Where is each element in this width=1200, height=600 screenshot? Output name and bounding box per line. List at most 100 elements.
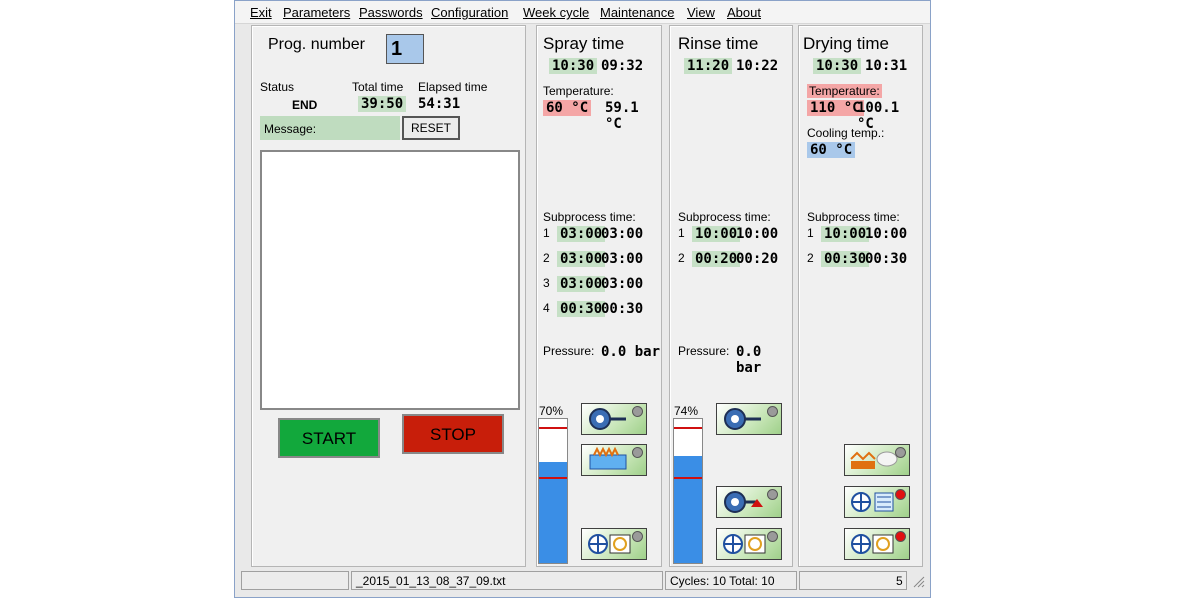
drying-temp-label: Temperature: — [807, 84, 882, 98]
menu-week-cycle[interactable]: Week cycle — [523, 5, 589, 20]
spray-sub-actual: 00:30 — [601, 301, 644, 317]
drying-sub-set: 10:00 — [821, 226, 870, 242]
rinse-level-fill — [674, 456, 702, 563]
pump-icon[interactable] — [716, 403, 782, 435]
drying-set-time: 10:30 — [813, 58, 862, 74]
total-time-label: Total time — [352, 80, 404, 94]
pump-icon[interactable] — [581, 403, 647, 435]
menu-bar: Exit Parameters Passwords Configuration … — [235, 1, 930, 24]
menu-view[interactable]: View — [687, 5, 715, 20]
status-indicator — [632, 406, 643, 417]
exhaust-icon[interactable] — [844, 444, 910, 476]
rinse-sub-num: 2 — [678, 251, 685, 265]
rinse-level-label: 74% — [674, 404, 699, 418]
drying-sub-num: 2 — [807, 251, 814, 265]
rinse-sub-label: Subprocess time: — [678, 210, 771, 224]
status-indicator — [632, 447, 643, 458]
spray-sub-set: 03:00 — [557, 276, 606, 292]
start-button[interactable]: START — [278, 418, 380, 458]
drying-sub-label: Subprocess time: — [807, 210, 900, 224]
drying-sub-num: 1 — [807, 226, 814, 240]
control-panel: Prog. number 1 Status Total time Elapsed… — [251, 25, 526, 567]
menu-parameters[interactable]: Parameters — [283, 5, 350, 20]
rinse-level-gauge — [673, 418, 703, 564]
rinse-panel: Rinse time 11:20 10:22 Subprocess time: … — [669, 25, 793, 567]
status-indicator — [767, 489, 778, 500]
spray-set-time: 10:30 — [549, 58, 598, 74]
status-indicator — [767, 531, 778, 542]
drying-title: Drying time — [803, 34, 889, 53]
cooling-temp-label: Cooling temp.: — [807, 126, 885, 140]
spray-sub-label: Subprocess time: — [543, 210, 636, 224]
spray-pressure-value: 0.0 bar — [601, 344, 661, 360]
cooling-temp-set: 60 °C — [807, 142, 856, 158]
rinse-title: Rinse time — [678, 34, 759, 53]
status-indicator — [632, 531, 643, 542]
status-indicator — [767, 406, 778, 417]
prog-number-label: Prog. number — [268, 36, 365, 53]
dryer-fan-icon[interactable] — [844, 528, 910, 560]
spray-sub-set: 00:30 — [557, 301, 606, 317]
rinse-sub-actual: 10:00 — [736, 226, 779, 242]
total-time-value: 39:50 — [358, 96, 407, 112]
spray-panel: Spray time 10:30 09:32 Temperature: 60 °… — [536, 25, 662, 567]
rinse-high-limit-line — [674, 427, 702, 429]
fan-heater-icon[interactable] — [716, 528, 782, 560]
spray-sub-num: 3 — [543, 276, 550, 290]
spray-sub-set: 03:00 — [557, 251, 606, 267]
rinse-sub-set: 00:20 — [692, 251, 741, 267]
statusbar-file: _2015_01_13_08_37_09.txt — [351, 571, 663, 590]
menu-exit[interactable]: Exit — [250, 5, 272, 20]
stop-button[interactable]: STOP — [402, 414, 504, 454]
resize-grip-graphic — [913, 576, 925, 588]
rinse-sub-set: 10:00 — [692, 226, 741, 242]
spray-low-limit-line — [539, 477, 567, 479]
spray-title: Spray time — [543, 34, 625, 53]
rinse-set-time: 11:20 — [684, 58, 733, 74]
drying-sub-actual: 00:30 — [865, 251, 908, 267]
spray-sub-actual: 03:00 — [601, 276, 644, 292]
drying-panel: Drying time 10:30 10:31 Temperature: 110… — [798, 25, 923, 567]
spray-temp-actual: 59.1 °C — [605, 100, 639, 132]
rinse-sub-actual: 00:20 — [736, 251, 779, 267]
menu-passwords[interactable]: Passwords — [359, 5, 423, 20]
reset-button[interactable]: RESET — [402, 116, 460, 140]
spray-level-label: 70% — [539, 404, 564, 418]
message-label: Message: — [264, 122, 317, 136]
rinse-actual-time: 10:22 — [736, 58, 779, 74]
status-bar: _2015_01_13_08_37_09.txt Cycles: 10 Tota… — [239, 571, 927, 591]
prog-number-field[interactable]: 1 — [386, 34, 424, 64]
rinse-pressure-label: Pressure: — [678, 344, 730, 358]
cooler-icon[interactable] — [844, 486, 910, 518]
rinse-pressure-value: 0.0 bar — [736, 344, 762, 376]
resize-grip-icon[interactable] — [911, 573, 925, 589]
spray-sub-num: 4 — [543, 301, 550, 315]
spray-high-limit-line — [539, 427, 567, 429]
elapsed-time-label: Elapsed time — [418, 80, 488, 94]
status-indicator — [895, 447, 906, 458]
message-area[interactable] — [260, 150, 520, 410]
spray-temp-set: 60 °C — [543, 100, 592, 116]
status-indicator — [895, 531, 906, 542]
spray-sub-actual: 03:00 — [601, 226, 644, 242]
drying-temp-set: 110 °C — [807, 100, 864, 116]
spray-actual-time: 09:32 — [601, 58, 644, 74]
fan-heater-icon[interactable] — [581, 528, 647, 560]
status-label: Status — [260, 80, 295, 94]
status-indicator — [895, 489, 906, 500]
drying-sub-set: 00:30 — [821, 251, 870, 267]
spray-sub-num: 2 — [543, 251, 550, 265]
statusbar-cell-empty — [241, 571, 349, 590]
menu-configuration[interactable]: Configuration — [431, 5, 508, 20]
spray-sub-num: 1 — [543, 226, 550, 240]
spray-temp-label: Temperature: — [543, 84, 614, 98]
pump-icon[interactable] — [716, 486, 782, 518]
message-bar: Message: — [260, 116, 400, 140]
menu-about[interactable]: About — [727, 5, 761, 20]
status-value: END — [292, 98, 318, 112]
spray-pressure-label: Pressure: — [543, 344, 595, 358]
menu-maintenance[interactable]: Maintenance — [600, 5, 674, 20]
drying-actual-time: 10:31 — [865, 58, 908, 74]
spray-sub-set: 03:00 — [557, 226, 606, 242]
heater-icon[interactable] — [581, 444, 647, 476]
